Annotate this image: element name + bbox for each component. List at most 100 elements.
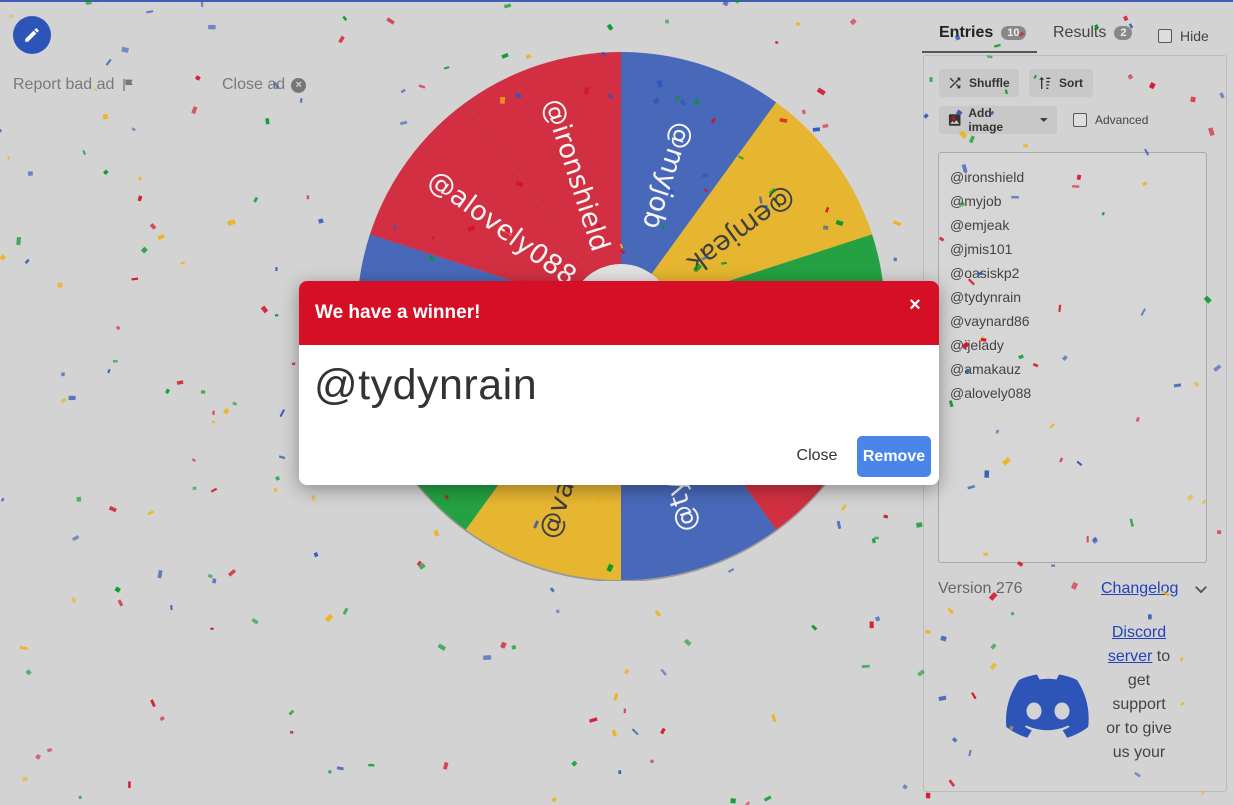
confetti-piece <box>874 616 881 622</box>
confetti-piece <box>251 618 259 625</box>
active-tab-indicator <box>922 51 1037 53</box>
entry-item: @alovely088 <box>950 385 1032 401</box>
confetti-piece <box>683 638 692 647</box>
shuffle-icon <box>949 77 961 89</box>
confetti-piece <box>265 118 270 125</box>
confetti-piece <box>289 730 294 734</box>
confetti-piece <box>795 22 801 26</box>
confetti-piece <box>306 195 310 200</box>
confetti-piece <box>137 195 143 202</box>
confetti-piece <box>606 23 614 31</box>
confetti-piece <box>649 759 655 764</box>
confetti-piece <box>275 476 280 481</box>
confetti-piece <box>744 801 751 805</box>
hide-checkbox[interactable]: Hide <box>1158 28 1209 44</box>
hide-checkbox-box[interactable] <box>1158 29 1172 43</box>
confetti-piece <box>200 390 206 394</box>
add-image-dropdown[interactable]: Add image <box>939 106 1057 134</box>
confetti-piece <box>342 15 348 21</box>
pencil-icon <box>25 28 39 42</box>
confetti-piece <box>589 717 598 723</box>
confetti-piece <box>275 267 278 272</box>
entry-item: @myjob <box>950 193 1002 209</box>
confetti-piece <box>555 609 560 614</box>
confetti-piece <box>0 127 2 134</box>
confetti-piece <box>212 410 215 415</box>
confetti-piece <box>338 35 345 44</box>
confetti-piece <box>443 761 449 770</box>
confetti-piece <box>618 770 622 775</box>
close-ad-label: Close ad <box>222 76 286 93</box>
confetti-piece <box>170 605 173 611</box>
close-button[interactable]: Close <box>783 436 851 476</box>
confetti-piece <box>902 784 908 790</box>
shuffle-label: Shuffle <box>969 76 1010 90</box>
confetti-piece <box>611 729 617 737</box>
confetti-piece <box>511 644 517 650</box>
confetti-piece <box>128 781 131 789</box>
remove-button[interactable]: Remove <box>857 436 931 477</box>
confetti-piece <box>549 587 555 593</box>
entries-count-badge: 10 <box>1001 26 1026 40</box>
confetti-piece <box>46 747 53 753</box>
confetti-piece <box>25 669 32 676</box>
confetti-piece <box>131 277 139 281</box>
entry-item: @jmis101 <box>950 241 1013 257</box>
confetti-piece <box>71 596 77 604</box>
changelog-link[interactable]: Changelog <box>1101 580 1178 598</box>
sort-button[interactable]: Sort <box>1029 69 1093 97</box>
confetti-piece <box>279 409 286 418</box>
confetti-piece <box>483 655 492 660</box>
confetti-piece <box>103 169 109 175</box>
confetti-piece <box>893 257 897 262</box>
confetti-piece <box>147 510 155 516</box>
confetti-piece <box>299 98 303 103</box>
discord-promo: Discord server to get support or to give… <box>1105 621 1173 765</box>
confetti-piece <box>165 388 171 395</box>
tab-entries-label: Entries <box>939 24 994 41</box>
dialog-header: We have a winner! × <box>299 281 939 345</box>
confetti-piece <box>660 727 666 735</box>
edit-button[interactable] <box>13 16 51 54</box>
confetti-piece <box>623 708 626 714</box>
shuffle-button[interactable]: Shuffle <box>939 69 1019 97</box>
caret-down-icon <box>1040 118 1049 122</box>
confetti-piece <box>114 586 121 593</box>
side-panel: Entries 10 Results 2 Hide Shuffle Sort A… <box>922 0 1233 805</box>
discord-link[interactable]: Discord <box>1112 624 1166 641</box>
tab-results[interactable]: Results 2 <box>1053 24 1133 42</box>
confetti-piece <box>150 699 156 708</box>
confetti-piece <box>253 196 259 203</box>
confetti-piece <box>9 14 14 18</box>
confetti-piece <box>771 713 777 723</box>
tabs-bar: Entries 10 Results 2 Hide <box>922 18 1233 54</box>
confetti-piece <box>232 401 238 406</box>
tab-entries[interactable]: Entries 10 <box>939 24 1026 42</box>
confetti-piece <box>551 796 557 803</box>
chevron-down-icon[interactable] <box>1192 580 1210 598</box>
confetti-piece <box>208 24 216 30</box>
confetti-piece <box>191 458 197 463</box>
confetti-piece <box>275 313 279 317</box>
results-count-badge: 2 <box>1114 26 1133 40</box>
advanced-checkbox[interactable]: Advanced <box>1073 113 1148 127</box>
confetti-piece <box>117 599 124 607</box>
winner-dialog: We have a winner! × @tydynrain Close Rem… <box>299 281 939 485</box>
confetti-piece <box>613 693 619 701</box>
confetti-piece <box>35 753 42 760</box>
confetti-piece <box>571 760 578 767</box>
confetti-piece <box>157 234 165 240</box>
confetti-piece <box>78 795 83 800</box>
flag-icon <box>123 79 134 91</box>
discord-server-link[interactable]: server <box>1108 648 1152 665</box>
confetti-piece <box>137 176 142 181</box>
confetti-piece <box>849 18 857 26</box>
dialog-close-icon[interactable]: × <box>905 295 925 315</box>
entries-textarea[interactable]: @ironshield @myjob @emjeak @jmis101 @oas… <box>938 152 1207 563</box>
confetti-piece <box>159 716 165 722</box>
confetti-piece <box>500 641 507 649</box>
close-ad-link[interactable]: Close ad × <box>222 76 307 94</box>
entry-item: @oasiskp2 <box>950 265 1020 281</box>
advanced-checkbox-box[interactable] <box>1073 113 1087 127</box>
report-bad-ad-link[interactable]: Report bad ad <box>13 76 136 94</box>
